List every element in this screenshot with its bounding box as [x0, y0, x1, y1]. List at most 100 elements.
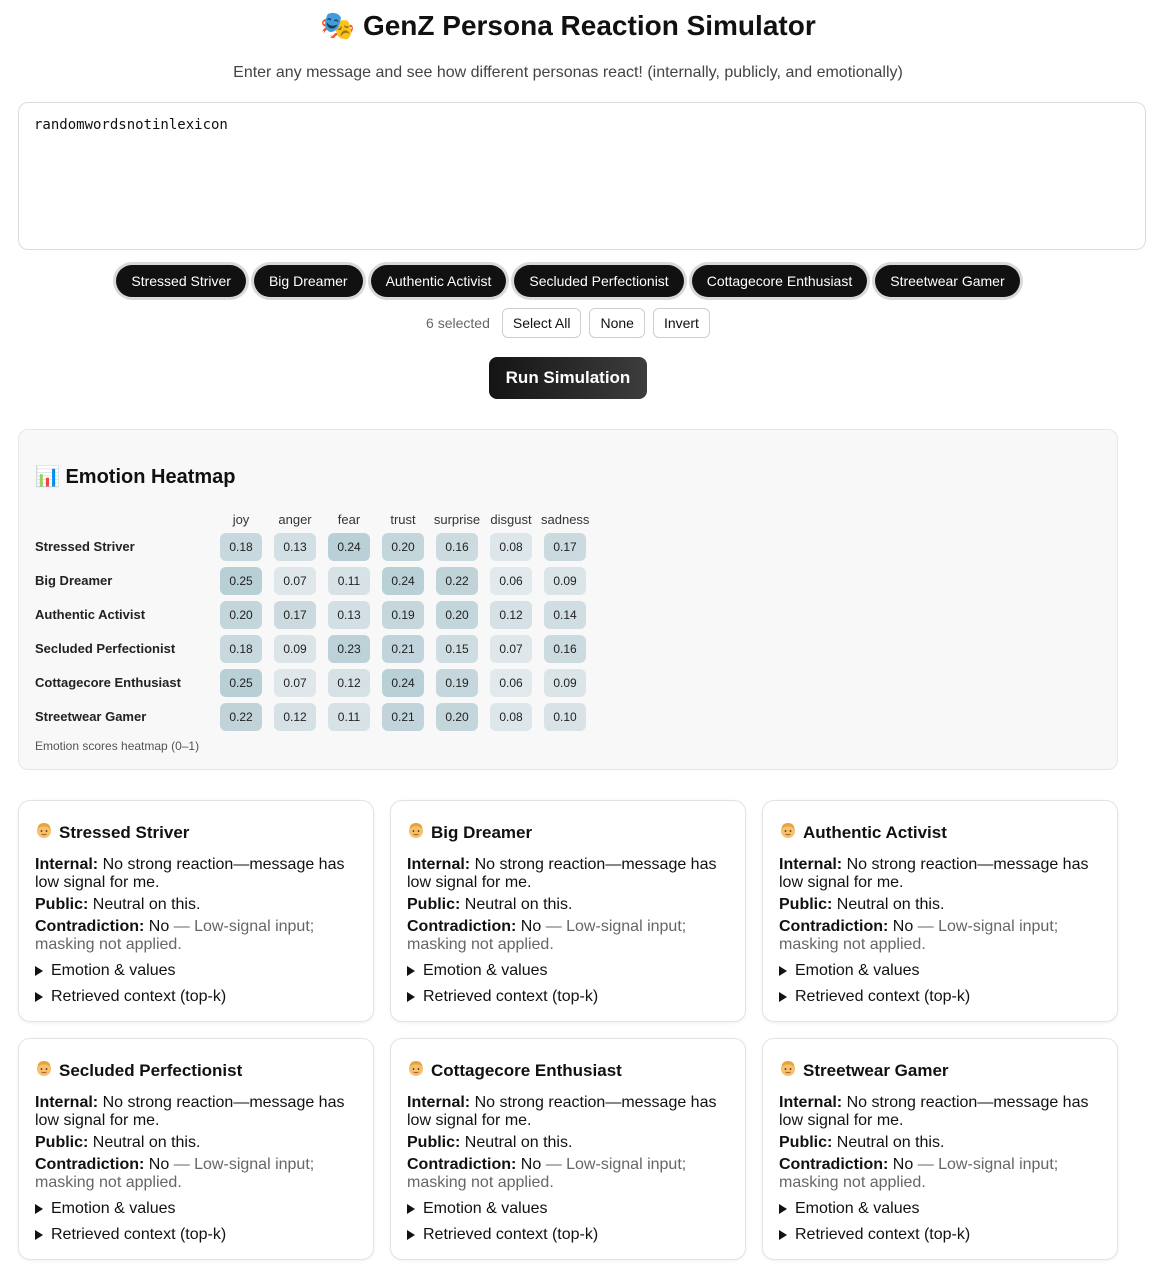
internal-label: Internal:	[779, 1094, 843, 1111]
heatmap-cell: 0.24	[328, 533, 370, 561]
public-label: Public:	[35, 896, 89, 913]
heatmap-cell: 0.16	[544, 635, 586, 663]
retrieved-context-toggle[interactable]: Retrieved context (top-k)	[779, 988, 970, 1006]
select-none-button[interactable]: None	[589, 308, 645, 338]
contradiction-value: No	[892, 918, 914, 935]
emotion-values-toggle[interactable]: Emotion & values	[35, 962, 176, 980]
contradiction-value: No	[892, 1156, 914, 1173]
heatmap-cell: 0.21	[382, 703, 424, 731]
emotion-values-toggle[interactable]: Emotion & values	[779, 1200, 920, 1218]
persona-card: Streetwear Gamer Internal: No strong reac…	[762, 1038, 1118, 1260]
person-icon	[779, 1059, 797, 1082]
internal-reaction: Internal: No strong reaction—message has…	[407, 856, 737, 892]
contradiction-label: Contradiction:	[779, 918, 889, 935]
heatmap-row-label: Stressed Striver	[35, 539, 135, 554]
heatmap-cell: 0.07	[274, 669, 316, 697]
expand-triangle-icon	[407, 992, 415, 1002]
bar-chart-icon: 📊	[35, 466, 60, 488]
theater-masks-icon: 🎭	[320, 10, 356, 41]
internal-label: Internal:	[407, 1094, 471, 1111]
contradiction-info: Contradiction: No — Low-signal input; ma…	[779, 918, 1109, 954]
emotion-values-toggle[interactable]: Emotion & values	[35, 1200, 176, 1218]
persona-card: Secluded Perfectionist Internal: No stron…	[18, 1038, 374, 1260]
retrieved-context-label: Retrieved context (top-k)	[423, 1226, 599, 1243]
retrieved-context-toggle[interactable]: Retrieved context (top-k)	[407, 988, 598, 1006]
public-reaction: Public: Neutral on this.	[779, 1134, 1109, 1152]
public-text: Neutral on this.	[92, 1134, 201, 1151]
retrieved-context-toggle[interactable]: Retrieved context (top-k)	[35, 1226, 226, 1244]
emotion-values-toggle[interactable]: Emotion & values	[407, 1200, 548, 1218]
heatmap-cell: 0.19	[436, 669, 478, 697]
expand-triangle-icon	[35, 992, 43, 1002]
heatmap-cell: 0.07	[490, 635, 532, 663]
contradiction-info: Contradiction: No — Low-signal input; ma…	[35, 1156, 365, 1192]
heatmap-cell: 0.20	[382, 533, 424, 561]
persona-name: Secluded Perfectionist	[59, 1060, 243, 1080]
persona-chip[interactable]: Secluded Perfectionist	[514, 265, 684, 297]
heatmap-column-header: fear	[337, 512, 361, 527]
persona-card-title: Cottagecore Enthusiast	[407, 1059, 622, 1082]
heatmap-cell: 0.09	[544, 669, 586, 697]
persona-chip[interactable]: Big Dreamer	[253, 265, 363, 297]
expand-triangle-icon	[35, 966, 43, 976]
expand-triangle-icon	[407, 966, 415, 976]
message-input[interactable]: randomwordsnotinlexicon	[18, 102, 1146, 250]
emotion-values-toggle[interactable]: Emotion & values	[407, 962, 548, 980]
expand-triangle-icon	[779, 1204, 787, 1214]
persona-chip[interactable]: Streetwear Gamer	[875, 265, 1020, 297]
contradiction-value: No	[148, 918, 170, 935]
internal-reaction: Internal: No strong reaction—message has…	[35, 856, 365, 892]
contradiction-label: Contradiction:	[35, 1156, 145, 1173]
persona-name: Cottagecore Enthusiast	[431, 1060, 622, 1080]
heatmap-cell: 0.12	[328, 669, 370, 697]
persona-card: Authentic Activist Internal: No strong re…	[762, 800, 1118, 1022]
select-all-button[interactable]: Select All	[501, 308, 582, 338]
heatmap-cell: 0.07	[274, 567, 316, 595]
contradiction-label: Contradiction:	[407, 1156, 517, 1173]
retrieved-context-label: Retrieved context (top-k)	[795, 988, 971, 1005]
contradiction-label: Contradiction:	[407, 918, 517, 935]
heatmap-cell: 0.19	[382, 601, 424, 629]
emotion-values-toggle[interactable]: Emotion & values	[779, 962, 920, 980]
heatmap-caption: Emotion scores heatmap (0–1)	[35, 739, 200, 753]
selection-controls: 6 selected Select All None Invert	[0, 308, 1136, 338]
public-reaction: Public: Neutral on this.	[35, 896, 365, 914]
person-icon	[779, 821, 797, 844]
heatmap-cell: 0.14	[544, 601, 586, 629]
heatmap-cell: 0.18	[220, 533, 262, 561]
heatmap-column-header: anger	[278, 512, 312, 527]
persona-card: Big Dreamer Internal: No strong reaction—…	[390, 800, 746, 1022]
persona-chip[interactable]: Cottagecore Enthusiast	[691, 265, 868, 297]
internal-reaction: Internal: No strong reaction—message has…	[779, 1094, 1109, 1130]
persona-card: Stressed Striver Internal: No strong reac…	[18, 800, 374, 1022]
heatmap-cell: 0.11	[328, 703, 370, 731]
heatmap-row-label: Secluded Perfectionist	[35, 641, 176, 656]
heatmap-cell: 0.08	[490, 533, 532, 561]
internal-label: Internal:	[779, 856, 843, 873]
emotion-heatmap-panel: 📊 Emotion Heatmap joy anger fear trust surpr…	[18, 429, 1118, 770]
public-reaction: Public: Neutral on this.	[407, 896, 737, 914]
heatmap-cell: 0.13	[274, 533, 316, 561]
persona-card-title: Stressed Striver	[35, 821, 189, 844]
person-icon	[407, 821, 425, 844]
contradiction-value: No	[520, 1156, 542, 1173]
persona-chip[interactable]: Authentic Activist	[370, 265, 507, 297]
retrieved-context-toggle[interactable]: Retrieved context (top-k)	[779, 1226, 970, 1244]
public-reaction: Public: Neutral on this.	[779, 896, 1109, 914]
heatmap-cell: 0.23	[328, 635, 370, 663]
run-simulation-button[interactable]: Run Simulation	[489, 357, 647, 399]
public-text: Neutral on this.	[464, 1134, 573, 1151]
heatmap-cell: 0.24	[382, 669, 424, 697]
persona-name: Stressed Striver	[59, 822, 190, 842]
heatmap-row-label: Big Dreamer	[35, 573, 113, 588]
retrieved-context-toggle[interactable]: Retrieved context (top-k)	[407, 1226, 598, 1244]
retrieved-context-toggle[interactable]: Retrieved context (top-k)	[35, 988, 226, 1006]
expand-triangle-icon	[407, 1230, 415, 1240]
persona-chip[interactable]: Stressed Striver	[116, 265, 246, 297]
public-text: Neutral on this.	[92, 896, 201, 913]
heatmap-cell: 0.17	[544, 533, 586, 561]
invert-selection-button[interactable]: Invert	[652, 308, 710, 338]
emotion-values-label: Emotion & values	[795, 962, 920, 979]
heatmap-cell: 0.20	[220, 601, 262, 629]
heatmap-cell: 0.06	[490, 567, 532, 595]
